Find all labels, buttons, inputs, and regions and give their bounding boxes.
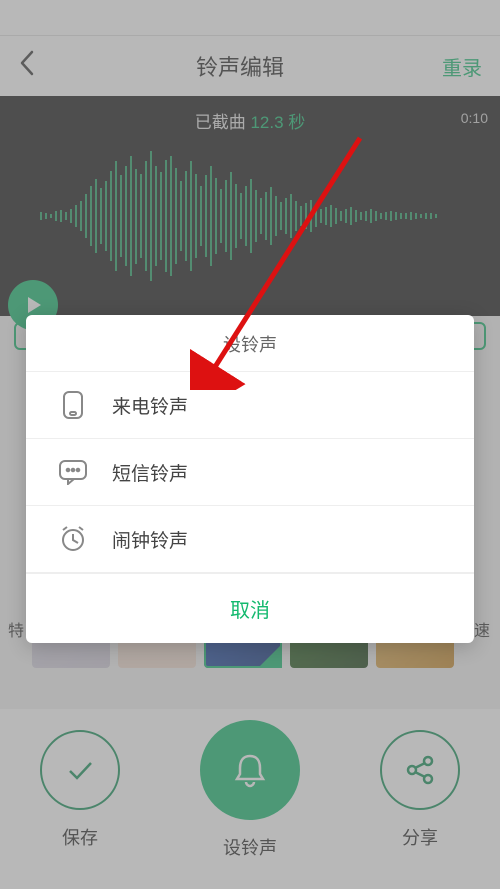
option-label: 闹钟铃声 xyxy=(112,526,188,553)
clock-icon xyxy=(54,524,92,554)
phone-icon xyxy=(54,390,92,420)
message-icon xyxy=(54,457,92,487)
option-alarm-ringtone[interactable]: 闹钟铃声 xyxy=(26,506,474,573)
option-label: 短信铃声 xyxy=(112,459,188,486)
set-ringtone-dialog: 设铃声 来电铃声 短信铃声 闹钟铃声 取消 xyxy=(26,315,474,643)
option-call-ringtone[interactable]: 来电铃声 xyxy=(26,372,474,439)
dialog-title: 设铃声 xyxy=(26,315,474,372)
dialog-cancel[interactable]: 取消 xyxy=(26,573,474,643)
option-label: 来电铃声 xyxy=(112,392,188,419)
option-sms-ringtone[interactable]: 短信铃声 xyxy=(26,439,474,506)
